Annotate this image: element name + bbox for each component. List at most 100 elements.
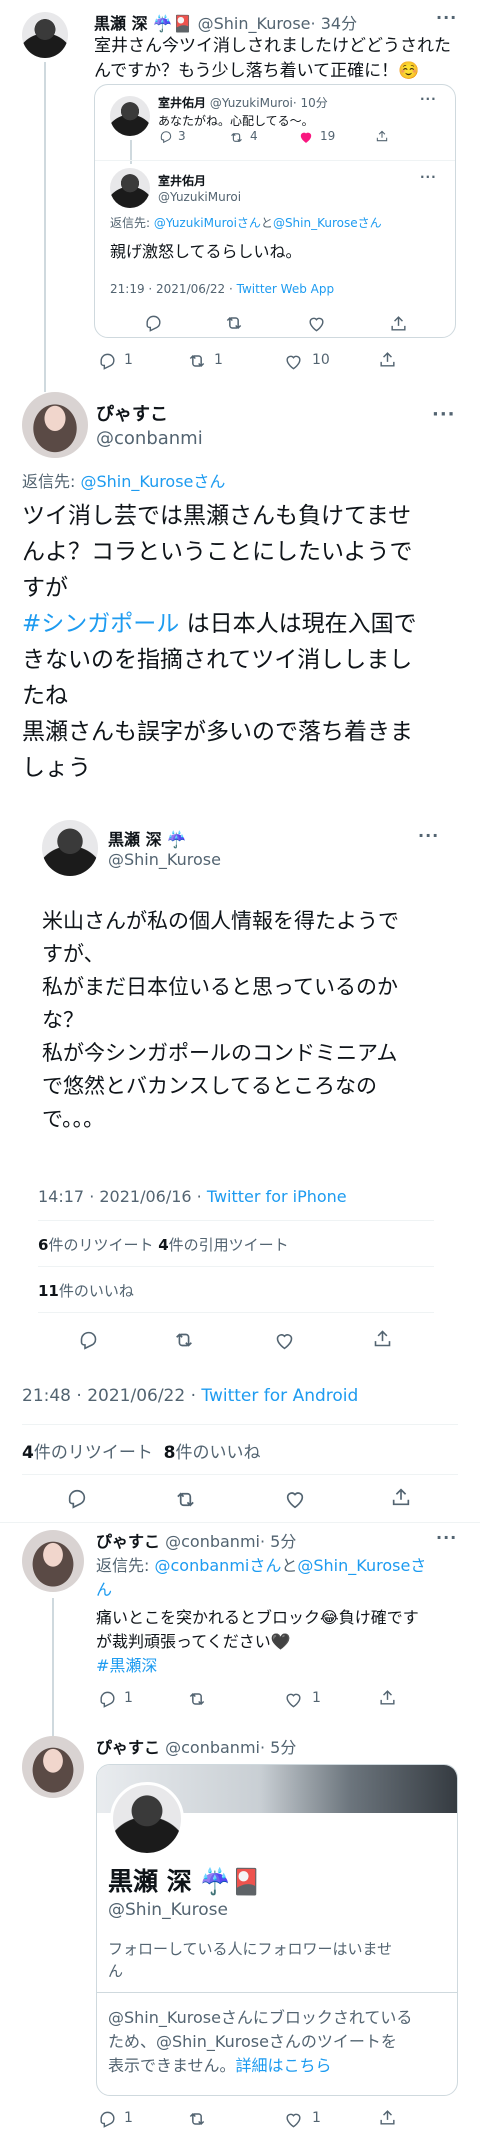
tweet-time[interactable]: · 34分	[311, 14, 358, 33]
retweet-icon[interactable]	[172, 1328, 196, 1352]
more-options-icon[interactable]: ···	[436, 1528, 457, 1547]
reply-to-user[interactable]: @YuzukiMuroiさん	[154, 216, 261, 230]
share-icon[interactable]	[374, 128, 390, 144]
user-handle[interactable]: @conbanmi	[165, 1738, 260, 1757]
timestamp-line: 21:48 · 2021/06/22 · Twitter for Android	[22, 1386, 358, 1406]
reply-to-user-cont[interactable]: ん	[96, 1580, 112, 1599]
quote-number[interactable]: 4	[158, 1236, 168, 1254]
avatar[interactable]	[110, 168, 150, 208]
user-handle[interactable]: @conbanmi	[96, 428, 203, 449]
retweet-icon[interactable]	[186, 2108, 208, 2130]
retweet-label[interactable]: 件のリツイート	[34, 1443, 153, 1463]
like-count: 1	[312, 2110, 321, 2126]
timestamp[interactable]: 21:48 · 2021/06/22 ·	[22, 1386, 201, 1406]
like-icon[interactable]	[305, 312, 327, 334]
reply-icon[interactable]	[96, 1688, 118, 1710]
retweet-icon[interactable]	[186, 1688, 208, 1710]
like-number[interactable]: 11	[38, 1282, 59, 1300]
reply-to-prefix: 返信先:	[96, 1556, 155, 1575]
more-options-icon[interactable]: ···	[418, 826, 439, 845]
quote-header: 室井佑月 @YuzukiMuroi· 10分	[158, 94, 328, 111]
tweet-text: 痛いとこを突かれるとブロック😂負け確です が裁判頑張ってください🖤 #黒瀬深	[96, 1606, 466, 1678]
reply-icon[interactable]	[142, 312, 164, 334]
retweet-number[interactable]: 4	[22, 1443, 34, 1463]
quote-label[interactable]: 件の引用ツイート	[169, 1236, 289, 1254]
share-icon[interactable]	[370, 1326, 394, 1350]
retweet-icon[interactable]	[223, 312, 245, 334]
timestamp[interactable]: 14:17 · 2021/06/16 ·	[38, 1187, 207, 1206]
reply-icon[interactable]	[96, 350, 118, 372]
user-handle: @Shin_Kurose	[108, 850, 221, 869]
tweet-time[interactable]: · 5分	[260, 1532, 296, 1551]
thread-line	[44, 62, 46, 392]
user-handle[interactable]: @Shin_Kurose	[198, 14, 311, 33]
tweet-source[interactable]: Twitter for iPhone	[207, 1187, 347, 1206]
share-icon[interactable]	[376, 2106, 398, 2128]
like-icon-active[interactable]	[298, 129, 314, 145]
display-name[interactable]: ぴゃすこ	[96, 400, 168, 426]
retweet-icon[interactable]	[172, 1486, 198, 1512]
avatar[interactable]	[22, 1736, 84, 1798]
reply-icon[interactable]	[96, 2108, 118, 2130]
like-label[interactable]: 件のいいね	[176, 1443, 261, 1463]
like-label[interactable]: 件のいいね	[59, 1282, 134, 1300]
timestamp[interactable]: 21:19 · 2021/06/22 ·	[110, 282, 237, 296]
share-icon[interactable]	[376, 348, 398, 370]
like-icon[interactable]	[272, 1328, 296, 1352]
avatar[interactable]	[110, 96, 150, 136]
tweet-source[interactable]: Twitter for Android	[201, 1386, 358, 1406]
like-number[interactable]: 8	[164, 1443, 176, 1463]
hashtag-link[interactable]: #黒瀬深	[96, 1654, 466, 1678]
divider	[22, 1424, 458, 1425]
more-options-icon[interactable]: ···	[420, 170, 437, 184]
like-icon[interactable]	[282, 1688, 304, 1710]
avatar[interactable]	[42, 820, 98, 876]
reply-to-user[interactable]: @Shin_Kuroseさん	[273, 216, 382, 230]
user-handle[interactable]: @conbanmi	[165, 1532, 260, 1551]
avatar[interactable]	[22, 1530, 84, 1592]
divider	[0, 1522, 480, 1523]
more-options-icon[interactable]: ···	[432, 404, 456, 425]
display-name[interactable]: ぴゃすこ	[96, 1532, 160, 1551]
divider	[38, 1312, 434, 1313]
quote-likes-line: 11件のいいね	[38, 1280, 134, 1301]
share-icon[interactable]	[387, 312, 409, 334]
share-icon[interactable]	[376, 1686, 398, 1708]
more-options-icon[interactable]: ···	[420, 92, 437, 106]
reply-icon[interactable]	[76, 1328, 100, 1352]
text-line: #シンガポール は日本人は現在入国で	[22, 606, 462, 642]
tweet-source[interactable]: Twitter Web App	[237, 282, 334, 296]
bio-line: フォローしている人にフォロワーはいませ	[108, 1940, 393, 1958]
text-line: 私が今シンガポールのコンドミニアム	[42, 1041, 398, 1065]
display-name[interactable]: ぴゃすこ	[96, 1738, 160, 1757]
text-fragment: は日本人は現在入国で	[179, 611, 417, 637]
reply-to-user[interactable]: @Shin_Kuroseさん	[80, 472, 225, 491]
retweet-icon[interactable]	[228, 129, 244, 145]
avatar[interactable]	[22, 12, 68, 58]
avatar[interactable]	[110, 1782, 184, 1856]
like-icon[interactable]	[282, 350, 304, 372]
quote-header-text: あなたがね。心配してる〜。	[158, 114, 314, 128]
like-icon[interactable]	[282, 1486, 308, 1512]
tweet-time[interactable]: · 5分	[260, 1738, 296, 1757]
retweet-count: 1	[214, 352, 223, 368]
text-line: きないのを指摘されてツイ消ししまし	[22, 647, 413, 673]
reply-count: 1	[124, 1690, 133, 1706]
more-options-icon[interactable]: ···	[436, 8, 457, 27]
hashtag-link[interactable]: #シンガポール	[22, 611, 179, 637]
display-name[interactable]: 黒瀬 深	[94, 14, 148, 33]
name-emoji: ☔️🎴	[152, 14, 193, 33]
retweet-icon[interactable]	[186, 350, 208, 372]
reply-icon[interactable]	[64, 1486, 90, 1512]
reply-icon[interactable]	[158, 129, 174, 145]
blocked-notice: @Shin_Kuroseさんにブロックされている ため、@Shin_Kurose…	[108, 2006, 448, 2078]
avatar[interactable]	[22, 392, 88, 458]
retweet-number[interactable]: 6	[38, 1236, 48, 1254]
share-icon[interactable]	[388, 1484, 414, 1510]
retweet-label[interactable]: 件のリツイート	[48, 1236, 153, 1254]
reply-to-user[interactable]: @conbanmiさん	[154, 1556, 281, 1575]
reply-count: 3	[178, 129, 186, 143]
learn-more-link[interactable]: 詳細はこちら	[236, 2056, 332, 2075]
reply-to-user[interactable]: @Shin_Kuroseさ	[297, 1556, 426, 1575]
like-icon[interactable]	[282, 2108, 304, 2130]
